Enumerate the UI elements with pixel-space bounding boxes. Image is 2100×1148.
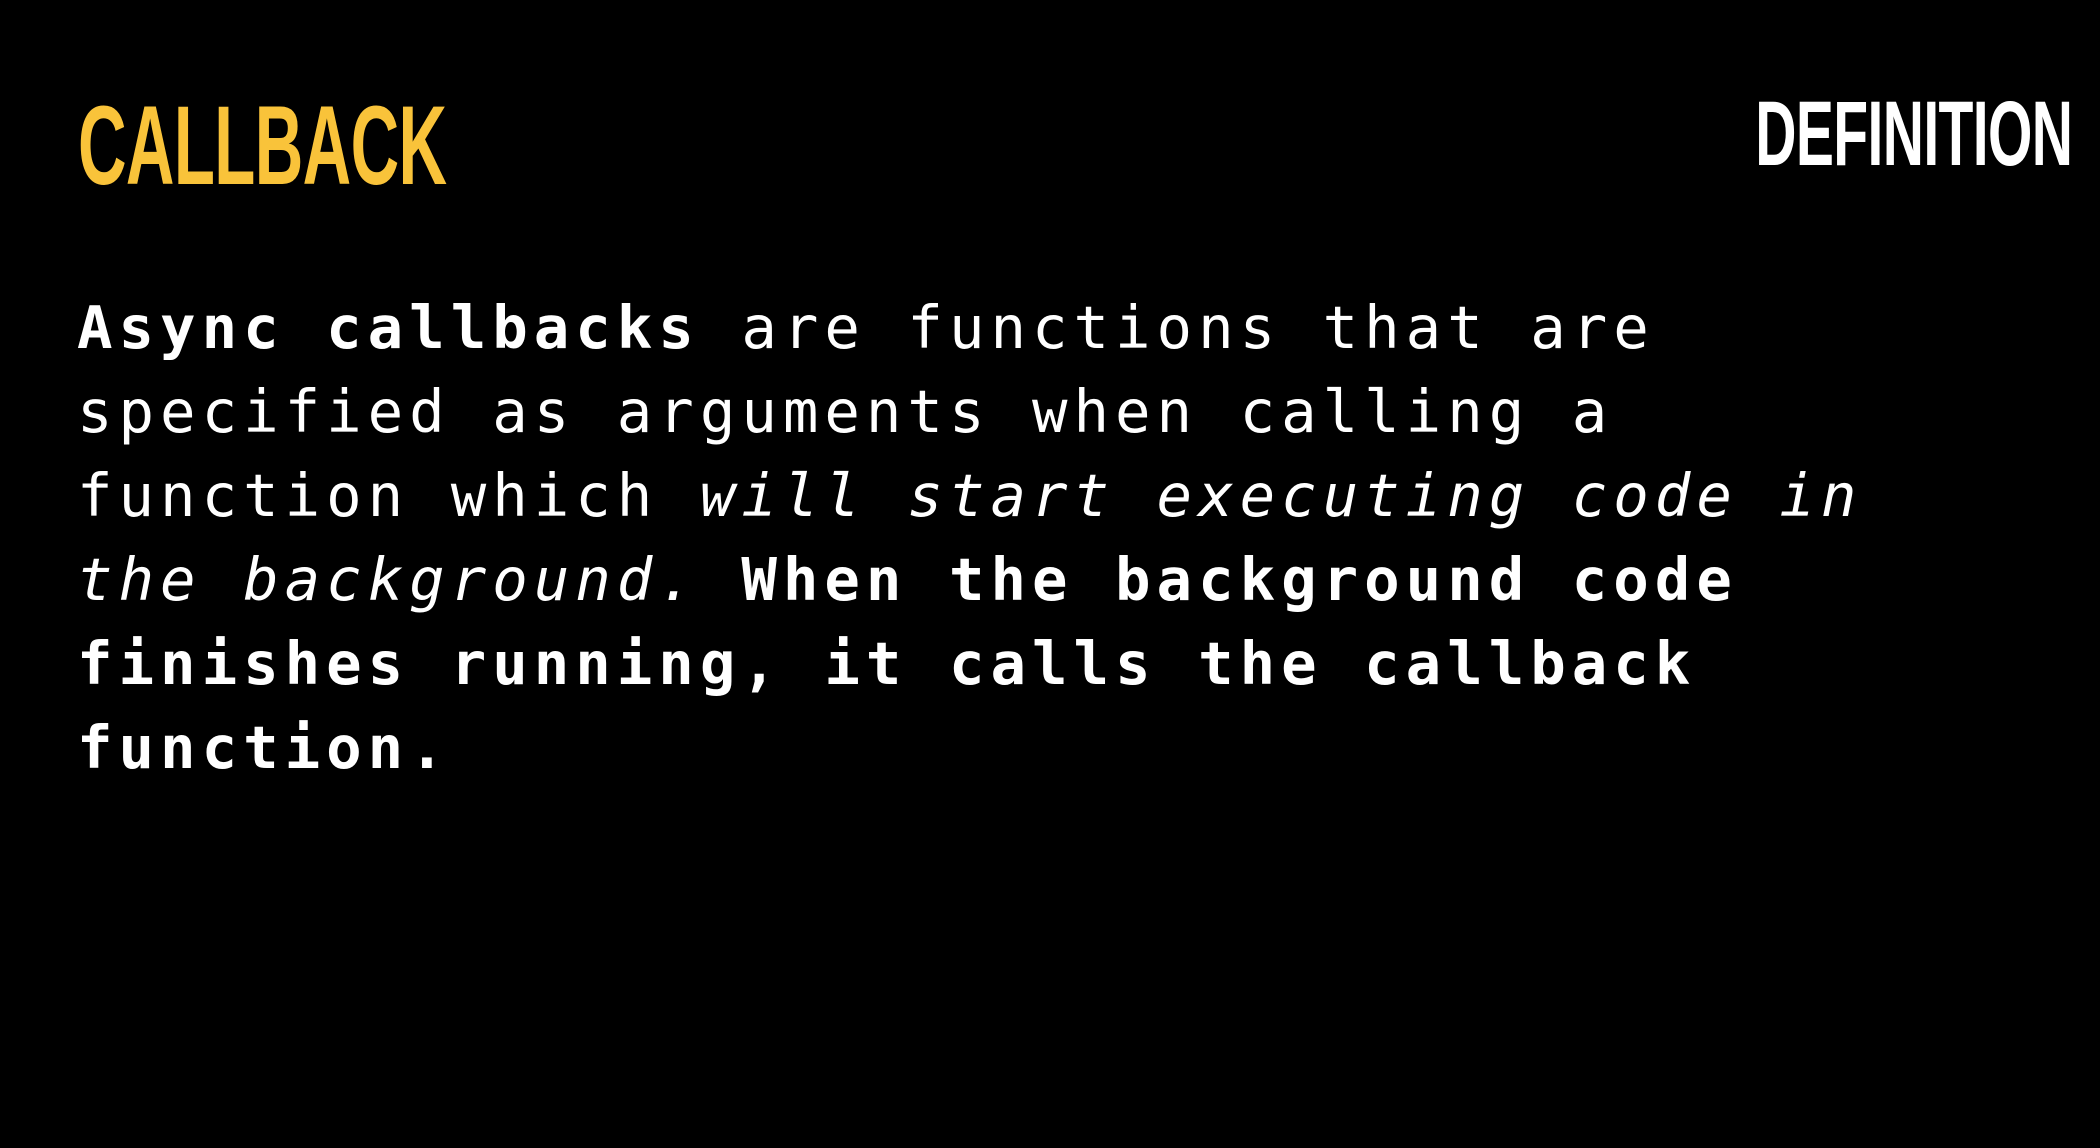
definition-line: the background. When the background code xyxy=(77,538,2037,622)
slide-tag: DEFINITION xyxy=(1754,83,2073,185)
emphasis-term: Async callbacks xyxy=(77,293,700,362)
slide-title: CALLBACK xyxy=(78,83,447,208)
italic-run: will start executing code in xyxy=(699,461,1863,530)
definition-line: finishes running, it calls the callback xyxy=(77,622,2037,706)
definition-line: function which will start executing code… xyxy=(77,454,2037,538)
bold-run: function. xyxy=(77,713,451,782)
definition-line: function. xyxy=(77,706,2037,790)
definition-line: specified as arguments when calling a xyxy=(77,370,2037,454)
text-run: function which xyxy=(77,461,700,530)
text-run: are functions that are xyxy=(699,293,1655,362)
italic-run: the background. xyxy=(77,545,700,614)
bold-run: When the background code xyxy=(699,545,1738,614)
definition-text: Async callbacks are functions that are s… xyxy=(77,286,2037,790)
text-run: specified as arguments when calling a xyxy=(77,377,1614,446)
bold-run: finishes running, it calls the callback xyxy=(77,629,1697,698)
slide: CALLBACK DEFINITION Async callbacks are … xyxy=(0,0,2100,1148)
definition-line: Async callbacks are functions that are xyxy=(77,286,2037,370)
